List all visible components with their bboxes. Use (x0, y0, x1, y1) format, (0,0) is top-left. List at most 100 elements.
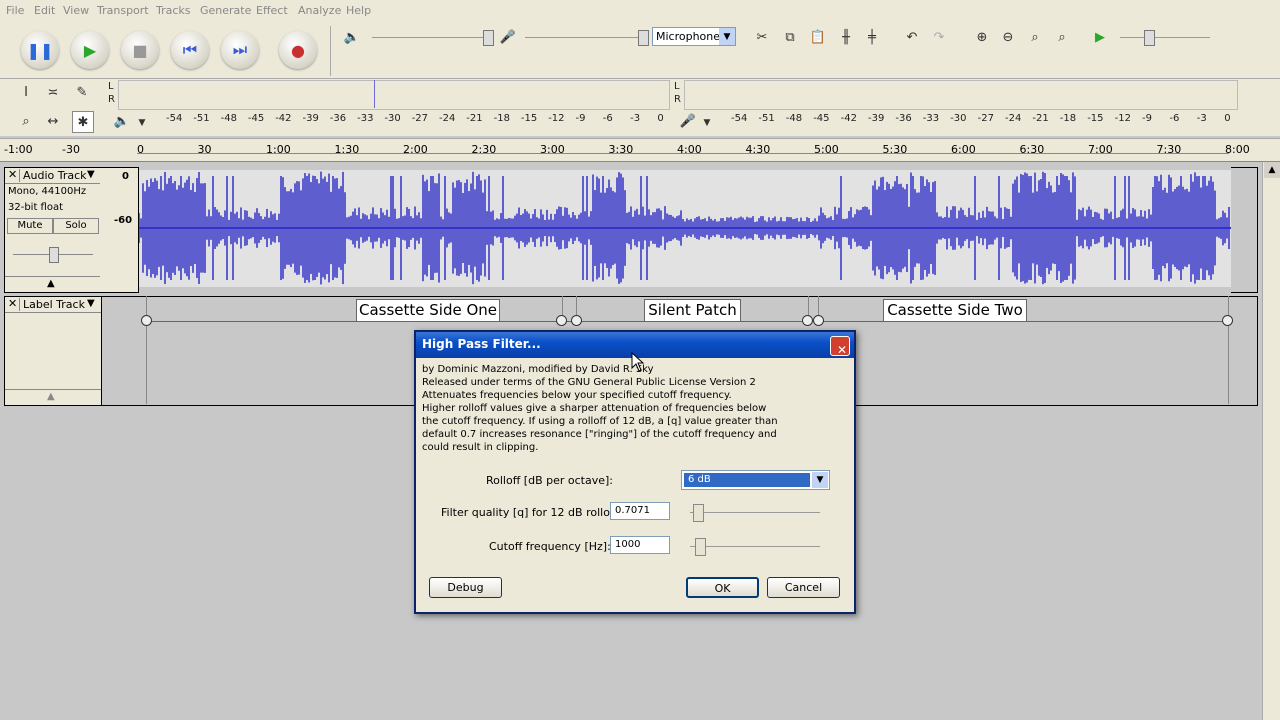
filter-quality-slider-thumb[interactable] (693, 504, 704, 522)
zoom-out-icon[interactable]: ⊖ (998, 27, 1018, 47)
menu-file[interactable]: File (6, 4, 24, 17)
input-source-select[interactable]: Microphone ▼ (652, 27, 736, 46)
fit-selection-icon[interactable]: ⌕ (1025, 27, 1045, 47)
chevron-down-icon[interactable]: ▼ (87, 169, 95, 180)
debug-button[interactable]: Debug (429, 577, 502, 598)
label-handle[interactable] (1222, 315, 1233, 326)
cut-icon[interactable]: ✂ (752, 27, 772, 47)
filter-quality-input[interactable]: 0.7071 (610, 502, 670, 520)
undo-icon[interactable]: ↶ (902, 27, 922, 47)
selection-tool-icon[interactable]: I (16, 82, 36, 102)
label-track-panel: ✕ Label Track ▼ ▲ (4, 296, 102, 406)
playback-meter[interactable] (118, 80, 670, 110)
multi-tool-icon[interactable]: ✱ (72, 111, 94, 133)
skip-to-end-button[interactable]: ⏭ (221, 31, 259, 69)
waveform-graphic (139, 170, 1231, 287)
ok-button[interactable]: OK (686, 577, 759, 598)
chevron-down-icon[interactable]: ▼ (812, 472, 828, 488)
ruler-baseline (137, 153, 1229, 154)
output-volume-slider[interactable] (372, 37, 492, 38)
meter-tick-label: -51 (758, 113, 775, 124)
label-cassette-side-two[interactable]: Cassette Side Two (883, 299, 1027, 322)
menu-tracks[interactable]: Tracks (156, 4, 191, 17)
rolloff-select[interactable]: 6 dB ▼ (681, 470, 830, 490)
cutoff-frequency-input[interactable]: 1000 (610, 536, 670, 554)
label-track-name[interactable]: Label Track (23, 298, 85, 311)
label-handle[interactable] (813, 315, 824, 326)
envelope-tool-icon[interactable]: ≍ (43, 82, 63, 102)
label-cassette-side-one[interactable]: Cassette Side One (356, 299, 500, 322)
menu-effect[interactable]: Effect (256, 4, 288, 17)
stop-button[interactable]: ■ (121, 31, 159, 69)
vertical-scrollbar[interactable]: ▲ (1262, 162, 1280, 720)
zoom-tool-icon[interactable]: ⌕ (16, 111, 36, 131)
collapse-track-icon[interactable]: ▲ (47, 391, 55, 402)
silence-icon[interactable]: ╪ (862, 27, 882, 47)
audio-track-name[interactable]: Audio Track (23, 169, 87, 182)
ruler-label: 7:30 (1156, 143, 1182, 156)
menu-transport[interactable]: Transport (97, 4, 149, 17)
record-meter-right-channel: R (674, 94, 681, 105)
output-volume-thumb[interactable] (483, 30, 494, 46)
label-silent-patch[interactable]: Silent Patch (644, 299, 741, 322)
close-button[interactable]: ✕ (830, 336, 850, 357)
input-volume-slider[interactable] (525, 37, 647, 38)
scroll-up-icon[interactable]: ▲ (1264, 162, 1280, 178)
meter-tick-label: -21 (466, 113, 483, 124)
close-icon[interactable]: ✕ (8, 297, 17, 310)
paste-icon[interactable]: 📋 (808, 27, 828, 47)
input-volume-thumb[interactable] (638, 30, 649, 46)
ruler-label: 8:00 (1225, 143, 1250, 156)
label-handle[interactable] (141, 315, 152, 326)
dialog-title: High Pass Filter... (422, 337, 541, 351)
menu-generate[interactable]: Generate (200, 4, 251, 17)
audio-waveform[interactable] (139, 170, 1231, 287)
redo-icon[interactable]: ↷ (929, 27, 949, 47)
trim-icon[interactable]: ╫ (836, 27, 856, 47)
meter-tick-label: -9 (575, 113, 586, 124)
menu-help[interactable]: Help (346, 4, 371, 17)
close-icon[interactable]: ✕ (8, 168, 17, 181)
collapse-track-icon[interactable]: ▲ (47, 278, 55, 289)
record-meter[interactable] (684, 80, 1238, 110)
meter-tick-label: -45 (247, 113, 265, 124)
cancel-button[interactable]: Cancel (767, 577, 840, 598)
label-handle[interactable] (556, 315, 567, 326)
fit-project-icon[interactable]: ⌕ (1052, 27, 1072, 47)
ruler-label: -30 (62, 143, 80, 156)
play-at-speed-icon[interactable]: ▶ (1090, 27, 1110, 47)
play-speed-thumb[interactable] (1144, 30, 1155, 46)
menu-edit[interactable]: Edit (34, 4, 55, 17)
cutoff-frequency-slider-thumb[interactable] (695, 538, 706, 556)
ruler-label: 3:00 (540, 143, 565, 156)
play-button[interactable]: ▶ (71, 31, 109, 69)
zoom-in-icon[interactable]: ⊕ (972, 27, 992, 47)
filter-quality-slider[interactable] (690, 512, 820, 513)
solo-button[interactable]: Solo (53, 218, 99, 234)
meter-tick-label: -30 (950, 113, 967, 124)
chevron-down-icon[interactable]: ▼ (87, 298, 95, 309)
audio-track-header[interactable]: ✕ Audio Track ▼ (5, 168, 101, 184)
label-handle[interactable] (571, 315, 582, 326)
label-handle[interactable] (802, 315, 813, 326)
audio-track-format: Mono, 44100Hz (8, 186, 87, 197)
skip-to-start-button[interactable]: ⏮ (171, 31, 209, 69)
record-button[interactable]: ● (279, 31, 317, 69)
cutoff-frequency-slider[interactable] (690, 546, 820, 547)
timeline-ruler[interactable]: -1:00 -30 0 30 1:00 1:30 2:00 2:30 3:00 3:30 4:0… (0, 138, 1280, 162)
menu-analyze[interactable]: Analyze (298, 4, 341, 17)
gain-slider-thumb[interactable] (49, 247, 59, 263)
pause-button[interactable]: ❚❚ (21, 31, 59, 69)
menu-bar: File Edit View Transport Tracks Generate… (0, 0, 1280, 23)
time-shift-tool-icon[interactable]: ↔ (43, 111, 63, 131)
label-track-header[interactable]: ✕ Label Track ▼ (5, 297, 101, 313)
draw-tool-icon[interactable]: ✎ (72, 82, 92, 102)
meter-tick-label: -9 (1142, 113, 1152, 124)
chevron-down-icon[interactable]: ▼ (132, 113, 152, 133)
meter-tick-label: -3 (630, 113, 641, 124)
menu-view[interactable]: View (63, 4, 89, 17)
copy-icon[interactable]: ⧉ (780, 27, 800, 47)
mute-button[interactable]: Mute (7, 218, 53, 234)
play-speed-slider[interactable] (1120, 37, 1210, 38)
chevron-down-icon[interactable]: ▼ (697, 113, 717, 133)
